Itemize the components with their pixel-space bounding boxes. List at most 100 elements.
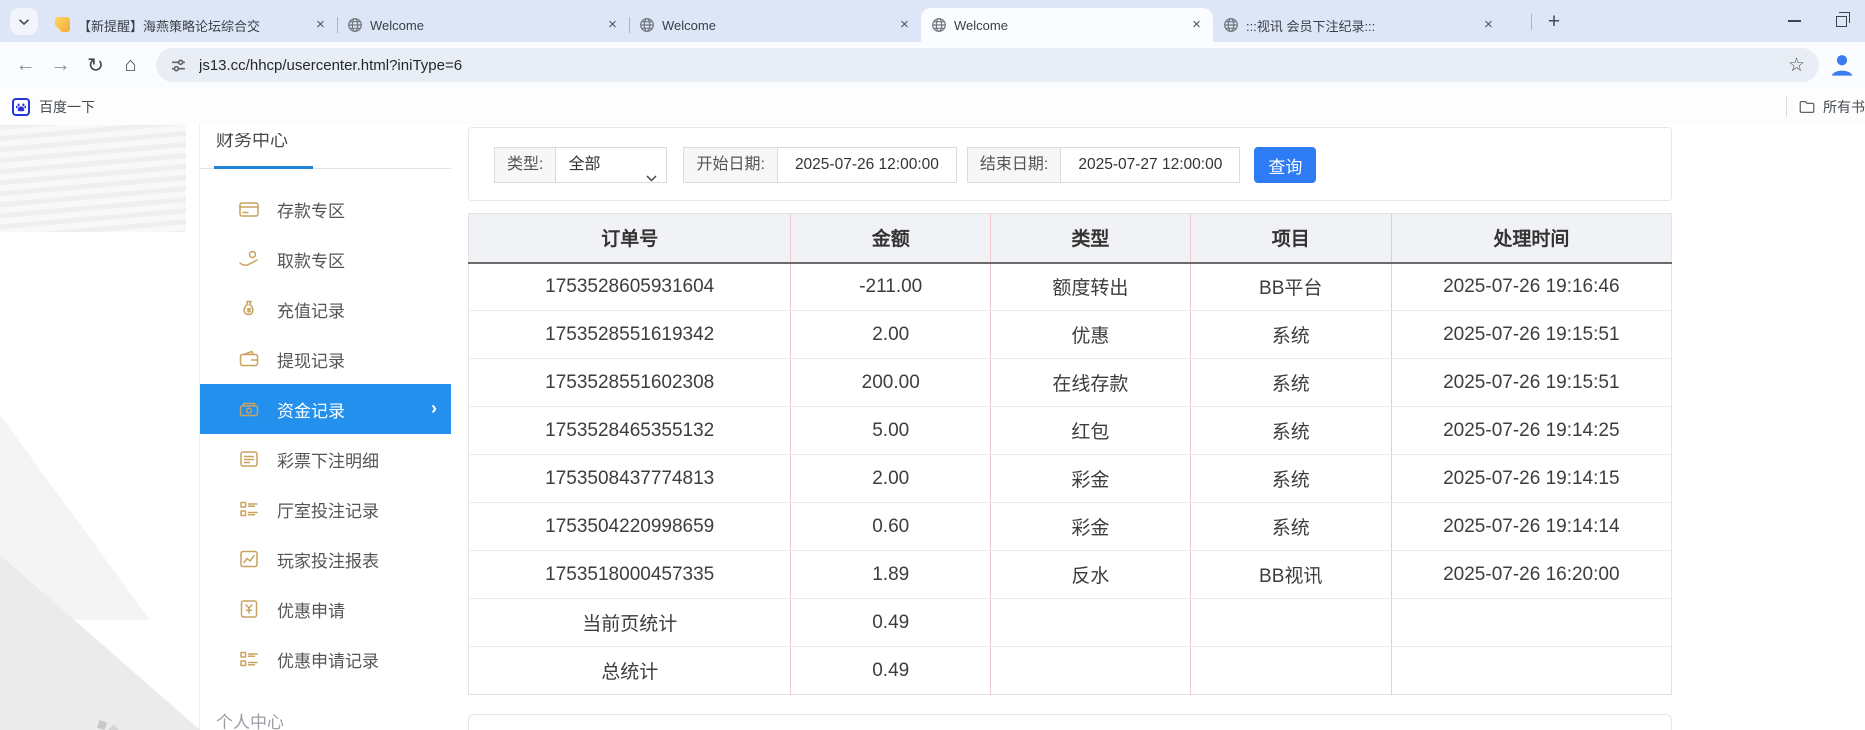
tab-close-icon[interactable]: × (896, 17, 913, 34)
table-row: 17535084377748132.00彩金系统2025-07-26 19:14… (469, 455, 1672, 503)
tab-1[interactable]: 【新提醒】海燕策略论坛综合交× (45, 8, 337, 42)
all-bookmarks-label: 所有书签 (1823, 97, 1865, 117)
table-cell: 2025-07-26 19:15:51 (1391, 311, 1671, 359)
chevron-right-icon: › (431, 398, 437, 419)
type-filter-label: 类型: (494, 147, 555, 183)
url-text[interactable]: js13.cc/hhcp/usercenter.html?iniType=6 (199, 57, 1788, 74)
sidebar-section-personal: 个人中心 (216, 708, 451, 730)
table-cell: 2.00 (791, 311, 991, 359)
tab-5[interactable]: :::视讯 会员下注纪录:::× (1213, 8, 1505, 42)
table-cell: 红包 (991, 407, 1191, 455)
new-tab-button[interactable]: + (1540, 9, 1568, 35)
table-row: 17535180004573351.89反水BB视讯2025-07-26 16:… (469, 551, 1672, 599)
table-cell: 1753528551602308 (469, 359, 791, 407)
sidebar-item-6[interactable]: 彩票下注明细› (200, 434, 451, 484)
start-date-input[interactable] (777, 147, 957, 183)
sidebar-heading-underline (200, 165, 451, 169)
tab-2[interactable]: Welcome × (337, 8, 629, 42)
table-cell: 2025-07-26 19:14:25 (1391, 407, 1671, 455)
table-header-row: 订单号金额类型项目处理时间 (469, 214, 1672, 263)
table-cell: 2025-07-26 19:14:15 (1391, 455, 1671, 503)
table-cell: 系统 (1190, 359, 1391, 407)
tab-close-icon[interactable]: × (312, 17, 329, 34)
chevron-down-icon (18, 13, 30, 31)
site-info-icon[interactable] (170, 57, 187, 74)
sidebar-item-label: 存款专区 (277, 197, 345, 222)
search-button[interactable]: 查询 (1254, 147, 1316, 183)
address-bar[interactable]: js13.cc/hhcp/usercenter.html?iniType=6 ☆ (156, 48, 1819, 82)
table-cell: 0.49 (791, 647, 991, 695)
wallet-icon (238, 348, 260, 370)
table-cell: BB平台 (1190, 263, 1391, 311)
back-button[interactable]: ← (8, 48, 43, 83)
table-cell: 2025-07-26 19:14:14 (1391, 503, 1671, 551)
folder-icon (1798, 98, 1816, 116)
main-panel: 类型: 全部 开始日期: 结束日期: 查询 (468, 125, 1672, 730)
tab-4[interactable]: Welcome × (921, 8, 1213, 42)
table-cell: 当前页统计 (469, 599, 791, 647)
bookmarks-bar: 百度一下 所有书签 (0, 88, 1865, 125)
money-bag-icon (238, 298, 260, 320)
sidebar-item-3[interactable]: 充值记录› (200, 284, 451, 334)
sidebar-item-label: 充值记录 (277, 297, 345, 322)
start-date-label: 开始日期: (683, 147, 776, 183)
end-date-input[interactable] (1060, 147, 1240, 183)
globe-favicon-icon (1223, 17, 1239, 33)
tab-search-button[interactable] (10, 8, 38, 35)
sidebar-item-8[interactable]: 玩家投注报表› (200, 534, 451, 584)
type-select[interactable]: 全部 (555, 147, 667, 183)
table-cell: 5.00 (791, 407, 991, 455)
bookmark-baidu[interactable]: 百度一下 (12, 97, 95, 117)
funds-icon (238, 398, 260, 420)
tab-3[interactable]: Welcome × (629, 8, 921, 42)
sidebar-menu: 存款专区›取款专区›充值记录›提现记录›资金记录›彩票下注明细›厅室投注记录›玩… (200, 184, 451, 684)
table-cell: 1753518000457335 (469, 551, 791, 599)
table-cell: 1753504220998659 (469, 503, 791, 551)
tab-close-icon[interactable]: × (1480, 17, 1497, 34)
table-cell: 1.89 (791, 551, 991, 599)
table-cell: 系统 (1190, 311, 1391, 359)
records-table-wrap: 订单号金额类型项目处理时间 1753528605931604-211.00额度转… (468, 213, 1672, 695)
table-cell: 0.60 (791, 503, 991, 551)
reload-button[interactable]: ↻ (78, 48, 113, 83)
restore-icon (1836, 16, 1847, 27)
sidebar-item-10[interactable]: 优惠申请记录› (200, 634, 451, 684)
all-bookmarks-button[interactable]: 所有书签 (1798, 88, 1865, 125)
sidebar-item-9[interactable]: 优惠申请› (200, 584, 451, 634)
sidebar-item-4[interactable]: 提现记录› (200, 334, 451, 384)
table-cell: 1753528465355132 (469, 407, 791, 455)
deposit-card-icon (238, 198, 260, 220)
sidebar-item-7[interactable]: 厅室投注记录› (200, 484, 451, 534)
forum-document-favicon-icon (55, 17, 71, 33)
sidebar-item-5[interactable]: 资金记录› (200, 384, 451, 434)
table-cell: 2025-07-26 16:20:00 (1391, 551, 1671, 599)
restore-button[interactable] (1818, 0, 1865, 42)
column-header: 类型 (991, 214, 1191, 263)
tabs: 【新提醒】海燕策略论坛综合交× Welcome × Welcome × Welcome ×:… (45, 8, 1505, 42)
tab-title: Welcome (954, 18, 1181, 33)
table-cell: 额度转出 (991, 263, 1191, 311)
sidebar-item-label: 提现记录 (277, 347, 345, 372)
tab-close-icon[interactable]: × (1188, 17, 1205, 34)
table-cell: 1753528605931604 (469, 263, 791, 311)
home-button[interactable]: ⌂ (113, 48, 148, 83)
table-cell: 在线存款 (991, 359, 1191, 407)
table-cell: 系统 (1190, 407, 1391, 455)
tab-bar: 【新提醒】海燕策略论坛综合交× Welcome × Welcome × Welcome ×:… (0, 0, 1865, 42)
sidebar-item-label: 玩家投注报表 (277, 547, 379, 572)
tab-close-icon[interactable]: × (604, 17, 621, 34)
end-date-label: 结束日期: (967, 147, 1060, 183)
bookmark-star-icon[interactable]: ☆ (1788, 54, 1805, 77)
sidebar-item-2[interactable]: 取款专区› (200, 234, 451, 284)
minimize-button[interactable] (1771, 0, 1818, 42)
tab-title: Welcome (662, 18, 889, 33)
table-row: 17535285516193422.00优惠系统2025-07-26 19:15… (469, 311, 1672, 359)
sidebar-item-1[interactable]: 存款专区› (200, 184, 451, 234)
profile-avatar[interactable] (1827, 50, 1857, 80)
records-table: 订单号金额类型项目处理时间 1753528605931604-211.00额度转… (468, 213, 1672, 695)
grid-list-icon (238, 498, 260, 520)
column-header: 订单号 (469, 214, 791, 263)
forward-button[interactable]: → (43, 48, 78, 83)
tab-title: Welcome (370, 18, 597, 33)
table-body: 1753528605931604-211.00额度转出BB平台2025-07-2… (469, 263, 1672, 695)
